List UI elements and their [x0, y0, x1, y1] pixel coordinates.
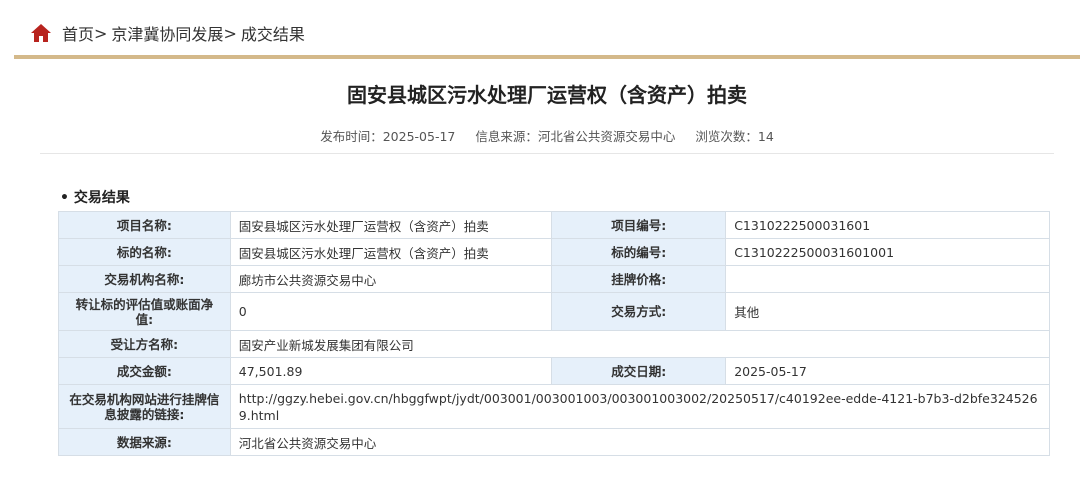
table-row: 交易机构名称: 廊坊市公共资源交易中心 挂牌价格:	[58, 265, 1050, 293]
valuation-label: 转让标的评估值或账面净值:	[58, 292, 231, 331]
result-table: 项目名称: 固安县城区污水处理厂运营权（含资产）拍卖 项目编号: C131022…	[58, 211, 1051, 456]
table-row: 标的名称: 固安县城区污水处理厂运营权（含资产）拍卖 标的编号: C131022…	[58, 238, 1050, 266]
list-price-label: 挂牌价格:	[551, 265, 727, 293]
amount-label: 成交金额:	[58, 357, 231, 385]
breadcrumb-home[interactable]: 首页	[62, 21, 94, 45]
breadcrumb-separator: >	[94, 23, 108, 43]
home-icon[interactable]	[30, 23, 52, 43]
project-name-label: 项目名称:	[58, 211, 231, 239]
subject-no-label: 标的编号:	[551, 238, 727, 266]
table-row: 数据来源: 河北省公共资源交易中心	[58, 428, 1051, 456]
buyer-value: 固安产业新城发展集团有限公司	[229, 330, 1051, 358]
list-price-value	[725, 265, 1050, 293]
data-source-value: 河北省公共资源交易中心	[229, 428, 1051, 456]
data-source-label: 数据来源:	[58, 428, 231, 456]
table-row: 在交易机构网站进行挂牌信息披露的链接: http://ggzy.hebei.go…	[58, 384, 1051, 429]
subject-name-value: 固安县城区污水处理厂运营权（含资产）拍卖	[229, 238, 553, 266]
amount-value: 47,501.89	[229, 357, 553, 385]
subject-no-value: C1310222500031601001	[725, 238, 1050, 266]
link-label: 在交易机构网站进行挂牌信息披露的链接:	[58, 384, 231, 429]
breadcrumb-separator: >	[223, 23, 237, 43]
agency-label: 交易机构名称:	[58, 265, 231, 293]
project-name-value: 固安县城区污水处理厂运营权（含资产）拍卖	[229, 211, 553, 239]
view-count: 浏览次数：14	[695, 129, 774, 144]
deal-date-value: 2025-05-17	[725, 357, 1050, 385]
article-meta: 发布时间：2025-05-17 信息来源：河北省公共资源交易中心 浏览次数：14	[14, 126, 1080, 145]
publish-time: 发布时间：2025-05-17	[320, 129, 456, 144]
valuation-value: 0	[229, 292, 553, 331]
buyer-label: 受让方名称:	[58, 330, 231, 358]
section-title: • 交易结果	[60, 190, 130, 206]
method-value: 其他	[725, 292, 1050, 331]
meta-divider	[40, 153, 1054, 154]
table-row: 受让方名称: 固安产业新城发展集团有限公司	[58, 330, 1051, 358]
table-row: 成交金额: 47,501.89 成交日期: 2025-05-17	[58, 357, 1050, 385]
breadcrumb: 首页 > 京津冀协同发展 > 成交结果	[30, 18, 305, 48]
table-row: 项目名称: 固安县城区污水处理厂运营权（含资产）拍卖 项目编号: C131022…	[58, 211, 1050, 239]
deal-date-label: 成交日期:	[551, 357, 727, 385]
info-source: 信息来源：河北省公共资源交易中心	[475, 129, 676, 144]
project-no-value: C1310222500031601	[725, 211, 1050, 239]
disclosure-link[interactable]: http://ggzy.hebei.gov.cn/hbggfwpt/jydt/0…	[229, 384, 1051, 429]
breadcrumb-current: 成交结果	[240, 25, 305, 44]
project-no-label: 项目编号:	[551, 211, 727, 239]
method-label: 交易方式:	[551, 292, 727, 331]
subject-name-label: 标的名称:	[58, 238, 231, 266]
breadcrumb-jingjinji[interactable]: 京津冀协同发展	[111, 21, 223, 45]
page-title: 固安县城区污水处理厂运营权（含资产）拍卖	[347, 83, 747, 107]
table-row: 转让标的评估值或账面净值: 0 交易方式: 其他	[58, 292, 1050, 331]
agency-value: 廊坊市公共资源交易中心	[229, 265, 553, 293]
article-card: 固安县城区污水处理厂运营权（含资产）拍卖 发布时间：2025-05-17 信息来…	[14, 59, 1080, 488]
